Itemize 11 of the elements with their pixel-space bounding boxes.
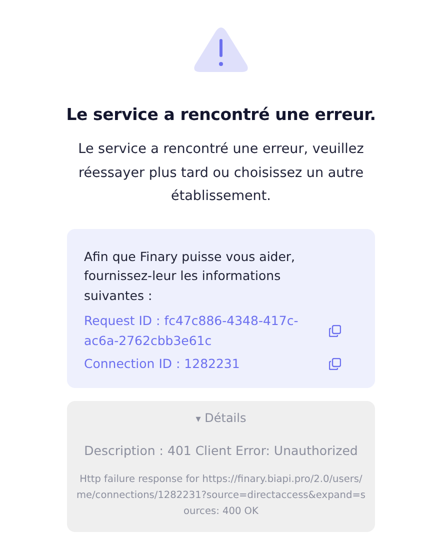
warning-icon — [193, 27, 249, 73]
help-text: Afin que Finary puisse vous aider, fournissez-leur les informations suivantes : — [84, 248, 296, 304]
copy-icon[interactable] — [329, 324, 341, 336]
copy-icon[interactable] — [329, 358, 341, 370]
details-toggle[interactable]: ▾ Détails — [196, 410, 246, 424]
error-title: Le service a rencontré une erreur. — [66, 105, 376, 124]
id-text: Request ID : fc47c886-4348-417c-ac6a-2762cbb3e61c — [84, 312, 299, 350]
error-message: Le service a rencontré une erreur, veuillez réessayer plus tard ou choisissez un autre établissement. — [77, 140, 365, 206]
error-description: Description : 401 Client Error: Unauthorized — [84, 442, 358, 458]
id-text: Connection ID : 1282231 — [84, 355, 241, 373]
error-details: Http failure response for https://finary.biapi.pro/2.0/users/me/connections/1282231?source=directaccess&expand=sources: 400 OK — [76, 472, 366, 518]
